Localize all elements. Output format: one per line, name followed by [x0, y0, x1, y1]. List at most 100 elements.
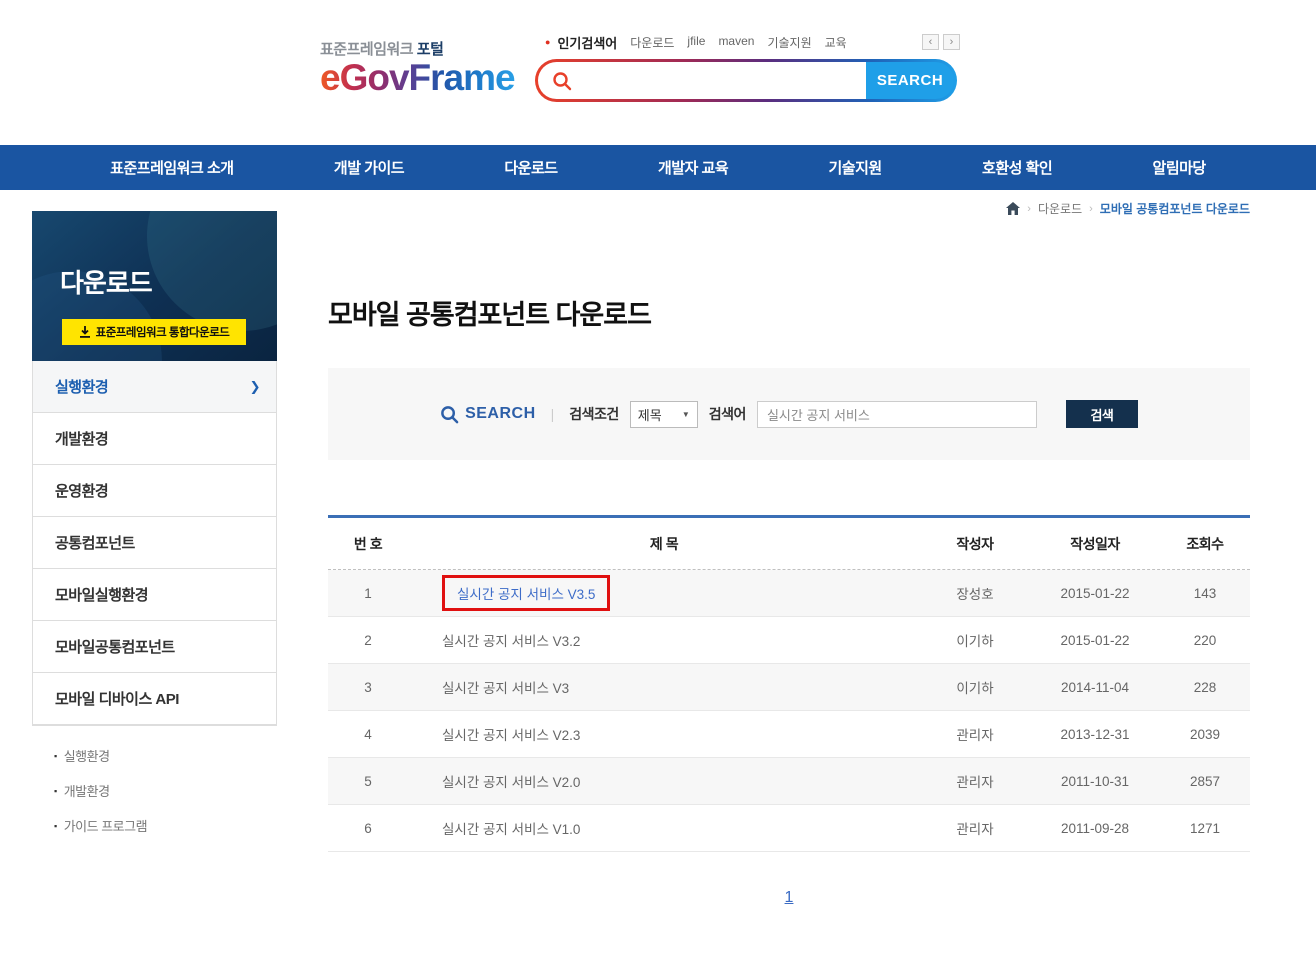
- table-row: 2 실시간 공지 서비스 V3.2 이기하2015-01-22220: [328, 617, 1250, 664]
- square-bullet-icon: ▪: [54, 821, 57, 831]
- row-title-cell: 실시간 공지 서비스 V1.0: [408, 818, 920, 838]
- sidebar-item-1[interactable]: 실행환경❯: [33, 361, 276, 413]
- row-date: 2015-01-22: [1030, 586, 1160, 601]
- row-title-link[interactable]: 실시간 공지 서비스 V2.0: [442, 775, 580, 790]
- home-icon[interactable]: [1006, 202, 1020, 215]
- condition-select[interactable]: 제목 ▼: [630, 401, 698, 428]
- popular-term[interactable]: jfile: [687, 34, 705, 51]
- popular-term[interactable]: 기술지원: [767, 34, 811, 51]
- popular-term[interactable]: 다운로드: [630, 34, 674, 51]
- page-number[interactable]: 1: [785, 889, 794, 906]
- column-header: 조회수: [1160, 534, 1250, 554]
- square-bullet-icon: ▪: [54, 751, 57, 761]
- prev-arrow-button[interactable]: ‹: [922, 34, 939, 50]
- chevron-down-icon: ▼: [682, 410, 690, 419]
- table-row: 1실시간 공지 서비스 V3.5장성호2015-01-22143: [328, 570, 1250, 617]
- sidebar-sub-item[interactable]: ▪개발환경: [32, 773, 277, 808]
- row-author: 관리자: [920, 724, 1030, 744]
- search-icon: [552, 71, 572, 91]
- nav-item[interactable]: 기술지원: [828, 157, 881, 178]
- board-search-bar: SEARCH | 검색조건 제목 ▼ 검색어 검색: [328, 368, 1250, 460]
- row-title-cell: 실시간 공지 서비스 V3: [408, 677, 920, 697]
- breadcrumb-separator-icon: ›: [1027, 203, 1031, 215]
- row-views: 2039: [1160, 727, 1250, 742]
- integrated-download-button[interactable]: 표준프레임워크 통합다운로드: [62, 319, 246, 345]
- breadcrumb-item[interactable]: 모바일 공통컴포넌트 다운로드: [1100, 200, 1250, 217]
- sidebar-item-label: 운영환경: [55, 480, 108, 501]
- logo-title: eGovFrame: [320, 59, 515, 98]
- row-date: 2011-09-28: [1030, 821, 1160, 836]
- row-number: 2: [328, 633, 408, 648]
- row-title-link[interactable]: 실시간 공지 서비스 V3: [442, 681, 569, 696]
- table-row: 3 실시간 공지 서비스 V3 이기하2014-11-04228: [328, 664, 1250, 711]
- search-icon: [440, 405, 459, 424]
- page-title: 모바일 공통컴포넌트 다운로드: [328, 293, 651, 332]
- table-row: 6실시간 공지 서비스 V1.0관리자2011-09-281271: [328, 805, 1250, 852]
- row-views: 220: [1160, 633, 1250, 648]
- row-views: 143: [1160, 586, 1250, 601]
- sidebar-header: 다운로드 표준프레임워크 통합다운로드: [32, 211, 277, 361]
- red-dot-icon: ●: [545, 37, 550, 47]
- row-author: 이기하: [920, 630, 1030, 650]
- row-date: 2014-11-04: [1030, 680, 1160, 695]
- row-number: 5: [328, 774, 408, 789]
- nav-item[interactable]: 알림마당: [1153, 157, 1206, 178]
- global-search-field-wrap: [538, 62, 866, 99]
- popular-term[interactable]: maven: [718, 34, 754, 51]
- global-search-input[interactable]: [580, 62, 866, 99]
- popular-search-label: 인기검색어: [557, 33, 617, 52]
- nav-item[interactable]: 개발 가이드: [334, 157, 404, 178]
- breadcrumb-separator-icon: ›: [1089, 203, 1093, 215]
- next-arrow-button[interactable]: ›: [943, 34, 960, 50]
- row-title-link[interactable]: 실시간 공지 서비스 V3.5: [442, 575, 610, 611]
- nav-item[interactable]: 표준프레임워크 소개: [110, 157, 233, 178]
- nav-item[interactable]: 호환성 확인: [982, 157, 1052, 178]
- keyword-input[interactable]: [757, 401, 1037, 428]
- nav-item[interactable]: 다운로드: [504, 157, 557, 178]
- row-number: 3: [328, 680, 408, 695]
- sidebar-item-6[interactable]: 모바일공통컴포넌트: [33, 621, 276, 673]
- row-author: 장성호: [920, 583, 1030, 603]
- pagination: 1: [328, 889, 1250, 907]
- sidebar-item-7[interactable]: 모바일 디바이스 API: [33, 673, 276, 725]
- sidebar-sub-item[interactable]: ▪ 가이드 프로그램: [32, 808, 277, 843]
- row-title-link[interactable]: 실시간 공지 서비스 V2.3: [442, 728, 580, 743]
- row-author: 관리자: [920, 771, 1030, 791]
- row-date: 2015-01-22: [1030, 633, 1160, 648]
- egovframe-logo[interactable]: 표준프레임워크 포털 eGovFrame: [320, 38, 515, 98]
- sidebar-item-3[interactable]: 운영환경: [33, 465, 276, 517]
- nav-item[interactable]: 개발자 교육: [658, 157, 728, 178]
- sidebar-item-2[interactable]: 개발환경: [33, 413, 276, 465]
- breadcrumb-item[interactable]: 다운로드: [1038, 200, 1082, 217]
- condition-label: 검색조건: [569, 404, 619, 424]
- sidebar-item-label: 개발환경: [55, 428, 108, 449]
- divider: |: [551, 406, 555, 422]
- chevron-right-icon: ❯: [250, 379, 260, 395]
- sidebar-item-label: 모바일공통컴포넌트: [55, 636, 175, 657]
- sidebar-item-5[interactable]: 모바일실행환경: [33, 569, 276, 621]
- sidebar: 다운로드 표준프레임워크 통합다운로드 실행환경❯ 개발환경운영환경공통컴포넌트모…: [32, 211, 277, 857]
- main-navigation: 표준프레임워크 소개 개발 가이드 다운로드 개발자 교육 기술지원 호환성 확인 알림마당: [0, 145, 1316, 190]
- popular-search-row: ● 인기검색어 다운로드 jfile maven 기술지원 교육 ‹ ›: [545, 32, 960, 52]
- row-title-link[interactable]: 실시간 공지 서비스 V1.0: [442, 822, 580, 837]
- global-search-button[interactable]: SEARCH: [866, 62, 954, 99]
- sidebar-title: 다운로드: [60, 263, 152, 300]
- sidebar-sub-item[interactable]: ▪실행환경: [32, 738, 277, 773]
- table-row: 4실시간 공지 서비스 V2.3관리자2013-12-312039: [328, 711, 1250, 758]
- table-header-row: 번 호제 목작성자작성일자조회수: [328, 518, 1250, 570]
- column-header: 작성일자: [1030, 534, 1160, 554]
- breadcrumb: › 다운로드 › 모바일 공통컴포넌트 다운로드: [1006, 200, 1250, 217]
- popular-arrows: ‹ ›: [922, 34, 960, 50]
- row-title-cell: 실시간 공지 서비스 V2.0: [408, 771, 920, 791]
- row-views: 228: [1160, 680, 1250, 695]
- row-title-link[interactable]: 실시간 공지 서비스 V3.2: [442, 634, 580, 649]
- row-author: 이기하: [920, 677, 1030, 697]
- row-title-cell: 실시간 공지 서비스 V2.3: [408, 724, 920, 744]
- sidebar-item-label: 모바일실행환경: [55, 584, 148, 605]
- global-search-bar: SEARCH: [535, 59, 957, 102]
- square-bullet-icon: ▪: [54, 786, 57, 796]
- board-search-button[interactable]: 검색: [1066, 400, 1138, 428]
- sidebar-sub-item-label: 가이드 프로그램: [64, 816, 147, 835]
- popular-term[interactable]: 교육: [825, 34, 847, 51]
- sidebar-item-4[interactable]: 공통컴포넌트: [33, 517, 276, 569]
